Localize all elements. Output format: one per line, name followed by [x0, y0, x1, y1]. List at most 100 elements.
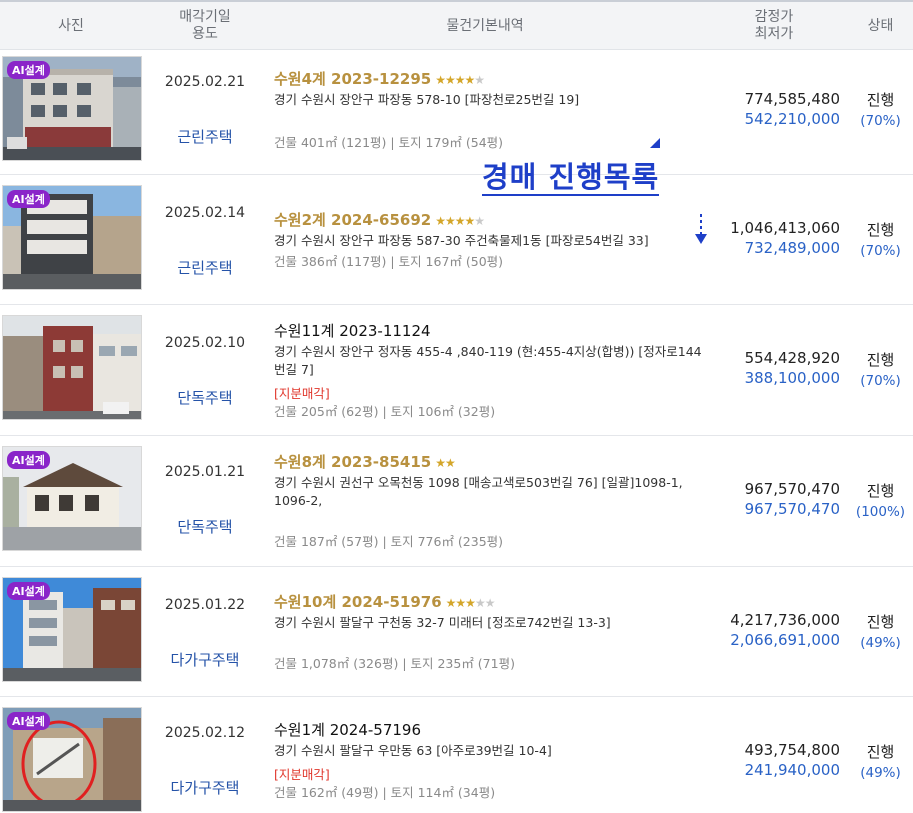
property-photo[interactable]: AI설계 [2, 577, 142, 682]
status-info: 진행 (70%) [848, 219, 913, 259]
price-info: 4,217,736,000 2,066,691,000 [700, 611, 840, 649]
appraisal-price: 1,046,413,060 [730, 219, 840, 237]
appraisal-price: 4,217,736,000 [730, 611, 840, 629]
appraisal-price: 774,585,480 [744, 90, 840, 108]
header-status: 상태 [867, 17, 894, 34]
rating-stars: ★★★★★ [435, 73, 485, 87]
status-percent: (49%) [860, 765, 901, 781]
property-address: 경기 수원시 장안구 파장동 578-10 [파장천로25번길 19] [274, 92, 580, 107]
appraisal-price: 554,428,920 [744, 349, 840, 367]
case-info: 수원1계 2024-57196 경기 수원시 팔달구 우만동 63 [아주로39… [274, 719, 710, 783]
price-info: 1,046,413,060 732,489,000 [700, 219, 840, 257]
status-text: 진행 [866, 743, 895, 761]
case-number-link[interactable]: 수원11계 2023-11124 [274, 320, 710, 341]
area-info: 건물 205㎡ (62평) | 토지 106㎡ (32평) [274, 404, 496, 419]
header-date-usage: 매각기일 용도 [156, 2, 254, 50]
stars-filled: ★★★★ [435, 214, 475, 228]
stars-empty: ★★ [474, 596, 495, 610]
case-info: 수원2계 2024-65692 ★★★★★ 경기 수원시 장안구 파장동 587-… [274, 209, 710, 250]
stars-filled: ★★ [435, 456, 455, 470]
property-usage: 다가구주택 [170, 651, 240, 669]
rating-stars: ★★ [435, 456, 455, 470]
minimum-price: 542,210,000 [744, 110, 840, 128]
property-photo[interactable] [2, 315, 142, 420]
status-text: 진행 [866, 221, 895, 239]
header-minimum: 최저가 [754, 26, 794, 42]
case-number-link[interactable]: 수원10계 2024-51976 ★★★★★ [274, 591, 710, 612]
ai-design-badge: AI설계 [7, 582, 50, 600]
property-photo[interactable]: AI설계 [2, 446, 142, 551]
case-info: 수원8계 2023-85415 ★★ 경기 수원시 권선구 오목천동 1098 [… [274, 451, 710, 510]
property-address: 경기 수원시 권선구 오목천동 1098 [매송고색로503번길 76] [일괄… [274, 475, 683, 508]
case-number[interactable]: 수원1계 2024-57196 [274, 721, 421, 739]
property-usage: 근린주택 [177, 128, 233, 146]
table-row[interactable]: AI설계 2025.02.14 근린주택 수원2계 2024-65692 ★★★★… [0, 175, 913, 305]
property-photo[interactable]: AI설계 [2, 56, 142, 161]
property-photo[interactable]: AI설계 [2, 185, 142, 290]
sale-date: 2025.02.21 [164, 74, 246, 90]
status-info: 진행 (49%) [848, 741, 913, 781]
property-usage: 다가구주택 [170, 779, 240, 797]
case-info: 수원10계 2024-51976 ★★★★★ 경기 수원시 팔달구 구천동 32-… [274, 591, 710, 632]
table-row[interactable]: 2025.02.10 단독주택 수원11계 2023-11124 경기 수원시 … [0, 305, 913, 436]
area-info: 건물 187㎡ (57평) | 토지 776㎡ (235평) [274, 534, 504, 549]
property-address: 경기 수원시 팔달구 구천동 32-7 미래터 [정조로742번길 13-3] [274, 615, 611, 630]
price-info: 493,754,800 241,940,000 [700, 741, 840, 779]
case-number-link[interactable]: 수원1계 2024-57196 [274, 719, 710, 740]
status-percent: (49%) [860, 635, 901, 651]
status-text: 진행 [866, 613, 895, 631]
case-number[interactable]: 수원8계 2023-85415 [274, 453, 431, 471]
case-number-link[interactable]: 수원8계 2023-85415 ★★ [274, 451, 710, 472]
case-number[interactable]: 수원2계 2024-65692 [274, 211, 431, 229]
price-info: 967,570,470 967,570,470 [700, 480, 840, 518]
property-photo[interactable]: AI설계 [2, 707, 142, 812]
ai-design-badge: AI설계 [7, 712, 50, 730]
sale-date: 2025.02.14 [164, 205, 246, 221]
ai-design-badge: AI설계 [7, 61, 50, 79]
sale-date: 2025.02.12 [164, 725, 246, 741]
table-row[interactable]: AI설계 2025.02.21 근린주택 수원4계 2023-12295 ★★★★… [0, 50, 913, 175]
property-address: 경기 수원시 장안구 정자동 455-4 ,840-119 (현:455-4지상… [274, 344, 702, 377]
status-text: 진행 [866, 482, 895, 500]
rating-stars: ★★★★★ [435, 214, 485, 228]
header-usage: 용도 [192, 26, 218, 42]
share-sale-tag: [지분매각] [274, 767, 330, 782]
case-number[interactable]: 수원10계 2024-51976 [274, 593, 442, 611]
price-info: 774,585,480 542,210,000 [700, 90, 840, 128]
list-header: 사진 매각기일 용도 물건기본내역 감정가 최저가 상태 [0, 0, 913, 50]
minimum-price: 388,100,000 [744, 369, 840, 387]
appraisal-price: 967,570,470 [744, 480, 840, 498]
ai-design-badge: AI설계 [7, 190, 50, 208]
rating-stars: ★★★★★ [446, 596, 496, 610]
table-row[interactable]: AI설계 2025.01.22 다가구주택 수원10계 2024-51976 ★★… [0, 567, 913, 697]
case-number-link[interactable]: 수원4계 2023-12295 ★★★★★ [274, 68, 710, 89]
stars-empty: ★ [474, 214, 485, 228]
header-appraisal: 감정가 [754, 9, 794, 25]
status-percent: (70%) [860, 373, 901, 389]
table-row[interactable]: AI설계 2025.02.12 다가구주택 수원1계 2024-57196 경기… [0, 697, 913, 813]
status-info: 진행 (70%) [848, 89, 913, 129]
sale-date: 2025.01.21 [164, 464, 246, 480]
case-number[interactable]: 수원4계 2023-12295 [274, 70, 431, 88]
minimum-price: 732,489,000 [744, 239, 840, 257]
area-info: 건물 162㎡ (49평) | 토지 114㎡ (34평) [274, 785, 496, 800]
table-row[interactable]: AI설계 2025.01.21 단독주택 수원8계 2023-85415 ★★ 경… [0, 436, 913, 567]
case-number-link[interactable]: 수원2계 2024-65692 ★★★★★ [274, 209, 710, 230]
header-basic-info: 물건기본내역 [446, 17, 524, 34]
sale-date: 2025.01.22 [164, 597, 246, 613]
header-photo: 사진 [58, 17, 84, 34]
status-percent: (100%) [855, 504, 906, 520]
arrow-down-icon [695, 214, 707, 244]
minimum-price: 967,570,470 [744, 500, 840, 518]
case-number[interactable]: 수원11계 2023-11124 [274, 322, 431, 340]
status-text: 진행 [866, 351, 895, 369]
header-prices: 감정가 최저가 [716, 2, 832, 50]
property-usage: 단독주택 [177, 518, 233, 536]
price-info: 554,428,920 388,100,000 [700, 349, 840, 387]
status-percent: (70%) [860, 113, 901, 129]
header-date: 매각기일 [179, 9, 231, 25]
case-info: 수원11계 2023-11124 경기 수원시 장안구 정자동 455-4 ,8… [274, 320, 710, 402]
property-address: 경기 수원시 팔달구 우만동 63 [아주로39번길 10-4] [274, 743, 552, 758]
status-percent: (70%) [860, 243, 901, 259]
minimum-price: 2,066,691,000 [730, 631, 840, 649]
